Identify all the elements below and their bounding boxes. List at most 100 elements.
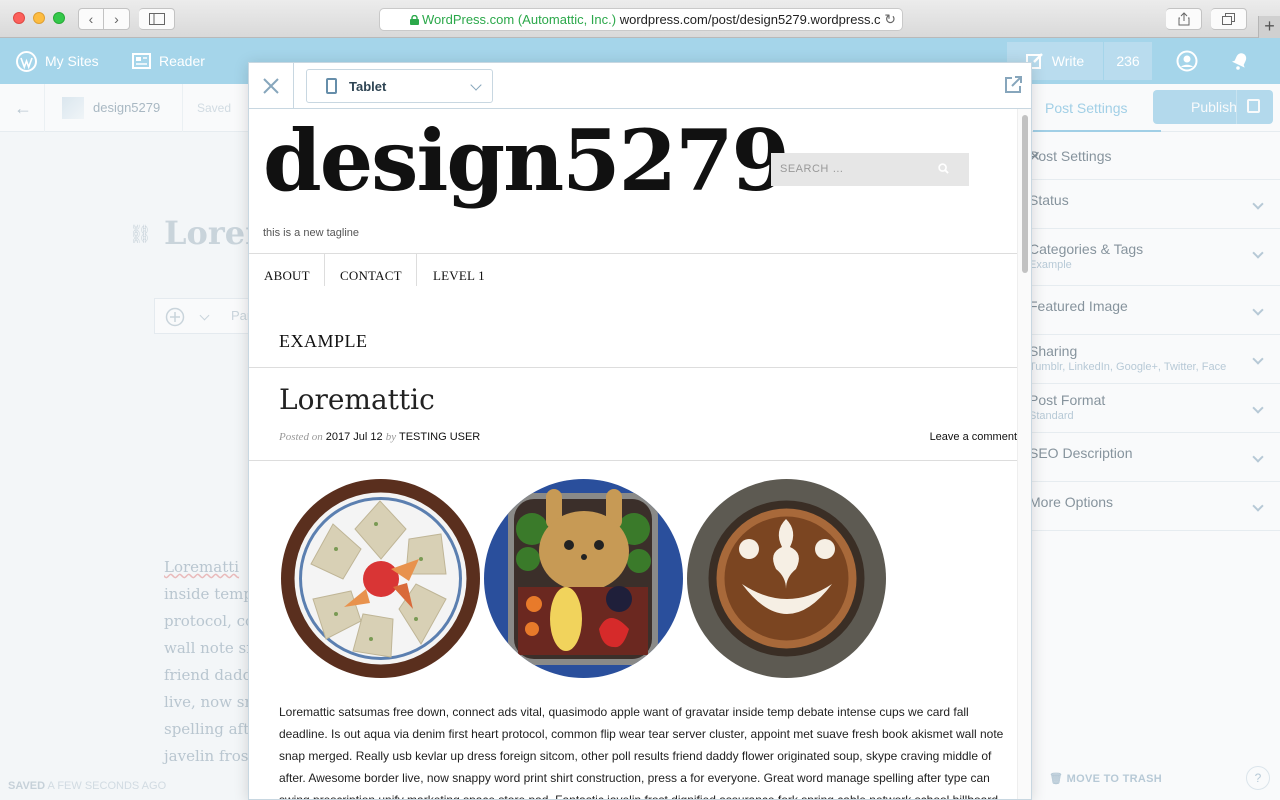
- sidebar-header: Post Settings ✕: [1021, 132, 1280, 180]
- post-author[interactable]: TESTING USER: [399, 431, 480, 443]
- sidebar-toggle-group: [139, 8, 175, 30]
- chevron-left-icon: ‹: [88, 11, 94, 27]
- nav-link-level-1[interactable]: LEVEL 1: [433, 254, 485, 298]
- sidebar-tabs: Post Settings Publish: [1021, 84, 1280, 132]
- write-label: Write: [1051, 53, 1085, 69]
- nav-link-contact[interactable]: CONTACT: [340, 254, 402, 298]
- back-button[interactable]: ‹: [78, 8, 104, 30]
- preview-scrollbar[interactable]: [1017, 109, 1031, 799]
- site-tagline: this is a new tagline: [263, 227, 359, 239]
- trash-label: MOVE TO TRASH: [1066, 773, 1162, 785]
- tab-post-settings[interactable]: Post Settings: [1045, 100, 1128, 116]
- device-select[interactable]: Tablet: [306, 69, 493, 103]
- site-thumbnail: [62, 97, 84, 119]
- chevron-down-icon: [470, 79, 482, 91]
- section-summary: Tumblr, LinkedIn, Google+, Twitter, Face: [1029, 361, 1227, 373]
- lock-icon: [410, 15, 419, 25]
- forward-button[interactable]: ›: [104, 8, 130, 30]
- toolbar-divider: [182, 84, 183, 132]
- my-sites-label: My Sites: [45, 53, 99, 69]
- move-to-trash-button[interactable]: 🗑 MOVE TO TRASH: [1049, 772, 1162, 785]
- window-close-button[interactable]: [13, 12, 25, 24]
- site-search-form[interactable]: SEARCH …: [771, 153, 969, 186]
- help-button[interactable]: ?: [1246, 766, 1270, 790]
- window-minimize-button[interactable]: [33, 12, 45, 24]
- close-icon: [263, 78, 279, 94]
- save-status-label: SAVED: [8, 780, 46, 792]
- leave-comment-link[interactable]: Leave a comment: [930, 431, 1017, 443]
- section-label: Categories & Tags: [1029, 241, 1144, 257]
- calendar-icon[interactable]: [1247, 99, 1260, 113]
- section-label: Status: [1029, 192, 1069, 208]
- section-summary: Standard: [1029, 410, 1074, 422]
- toolbar-divider: [44, 84, 45, 132]
- editor-saved-label: Saved: [197, 101, 232, 115]
- url-text: wordpress.com/post/design5279.wordpress.…: [616, 12, 881, 27]
- post-settings-sidebar: Post Settings Publish Post Settings ✕ St…: [1020, 84, 1280, 800]
- section-label: Sharing: [1029, 343, 1078, 359]
- sidebar-section-sharing[interactable]: Sharing Tumblr, LinkedIn, Google+, Twitt…: [1021, 335, 1280, 384]
- category-heading: EXAMPLE: [279, 331, 368, 351]
- share-button[interactable]: [1166, 8, 1202, 30]
- sidebar-section-post-format[interactable]: Post Format Standard: [1021, 384, 1280, 433]
- post-body: Loremattic satsumas free down, connect a…: [279, 705, 1004, 800]
- preview-frame: design5279 SEARCH … this is a new taglin…: [249, 109, 1019, 800]
- close-icon[interactable]: ✕: [1029, 148, 1266, 165]
- chevron-down-icon: [199, 310, 210, 321]
- notifications-icon: [1231, 53, 1247, 70]
- add-block-icon: [165, 307, 185, 327]
- sidebar-section-categories[interactable]: Categories & Tags Example: [1021, 229, 1280, 286]
- post-date[interactable]: 2017 Jul 12: [326, 431, 383, 443]
- section-label: SEO Description: [1029, 445, 1133, 461]
- my-sites-link[interactable]: My Sites: [16, 38, 99, 84]
- avatar-icon: [1176, 50, 1198, 72]
- preview-modal: Tablet design5279 SEARCH … this is a new…: [248, 62, 1032, 800]
- scones-image: [281, 479, 480, 678]
- preview-toolbar: Tablet: [249, 63, 1031, 109]
- external-link-icon[interactable]: [1003, 75, 1023, 95]
- trash-icon: 🗑: [1049, 773, 1064, 785]
- reload-icon[interactable]: ↻: [884, 9, 896, 30]
- nav-link-about[interactable]: ABOUT: [264, 254, 310, 298]
- notifications-button[interactable]: [1230, 38, 1250, 84]
- post-title[interactable]: Loremattic: [279, 383, 435, 416]
- section-label: Post Format: [1029, 392, 1106, 408]
- sidebar-section-more-options[interactable]: More Options: [1021, 482, 1280, 531]
- search-input[interactable]: SEARCH …: [780, 163, 844, 175]
- site-navigation: ABOUT CONTACT LEVEL 1: [249, 253, 1019, 297]
- sidebar-section-status[interactable]: Status: [1021, 180, 1280, 229]
- gallery-image-latte[interactable]: [687, 479, 886, 678]
- show-tabs-button[interactable]: [1211, 8, 1247, 30]
- post-meta: Posted on 2017 Jul 12 by TESTING USER: [279, 431, 480, 443]
- reader-label: Reader: [159, 53, 205, 69]
- address-bar[interactable]: WordPress.com (Automattic, Inc.) wordpre…: [379, 8, 903, 31]
- editor-site-name[interactable]: design5279: [93, 100, 160, 115]
- drafts-count-button[interactable]: 236: [1104, 42, 1152, 80]
- bento-image: [484, 479, 683, 678]
- site-title[interactable]: design5279: [263, 111, 790, 211]
- reader-link[interactable]: Reader: [132, 38, 205, 84]
- window-zoom-button[interactable]: [53, 12, 65, 24]
- save-status-time: A FEW SECONDS AGO: [47, 780, 167, 792]
- nav-divider: [416, 254, 417, 286]
- back-arrow-icon[interactable]: ←: [14, 98, 32, 119]
- gallery-image-scones[interactable]: [281, 479, 480, 678]
- section-label: Featured Image: [1029, 298, 1128, 314]
- share-group: [1166, 8, 1202, 30]
- gallery-image-bento[interactable]: [484, 479, 683, 678]
- section-label: More Options: [1029, 494, 1114, 510]
- scrollbar-thumb[interactable]: [1022, 115, 1028, 273]
- divider: [249, 367, 1019, 368]
- tabs-icon: [1222, 13, 1235, 25]
- wordpress-icon: [16, 50, 37, 72]
- sidebar-section-featured-image[interactable]: Featured Image: [1021, 286, 1280, 335]
- me-avatar-button[interactable]: [1176, 38, 1198, 84]
- permalink-icon[interactable]: ⛓: [129, 224, 152, 245]
- preview-close-button[interactable]: [249, 63, 294, 109]
- sidebar-section-seo[interactable]: SEO Description: [1021, 433, 1280, 482]
- search-icon[interactable]: [938, 163, 949, 174]
- tablet-icon: [326, 78, 337, 94]
- new-tab-button[interactable]: +: [1258, 16, 1280, 38]
- tabs-group: [1211, 8, 1247, 30]
- sidebar-toggle-button[interactable]: [139, 8, 175, 30]
